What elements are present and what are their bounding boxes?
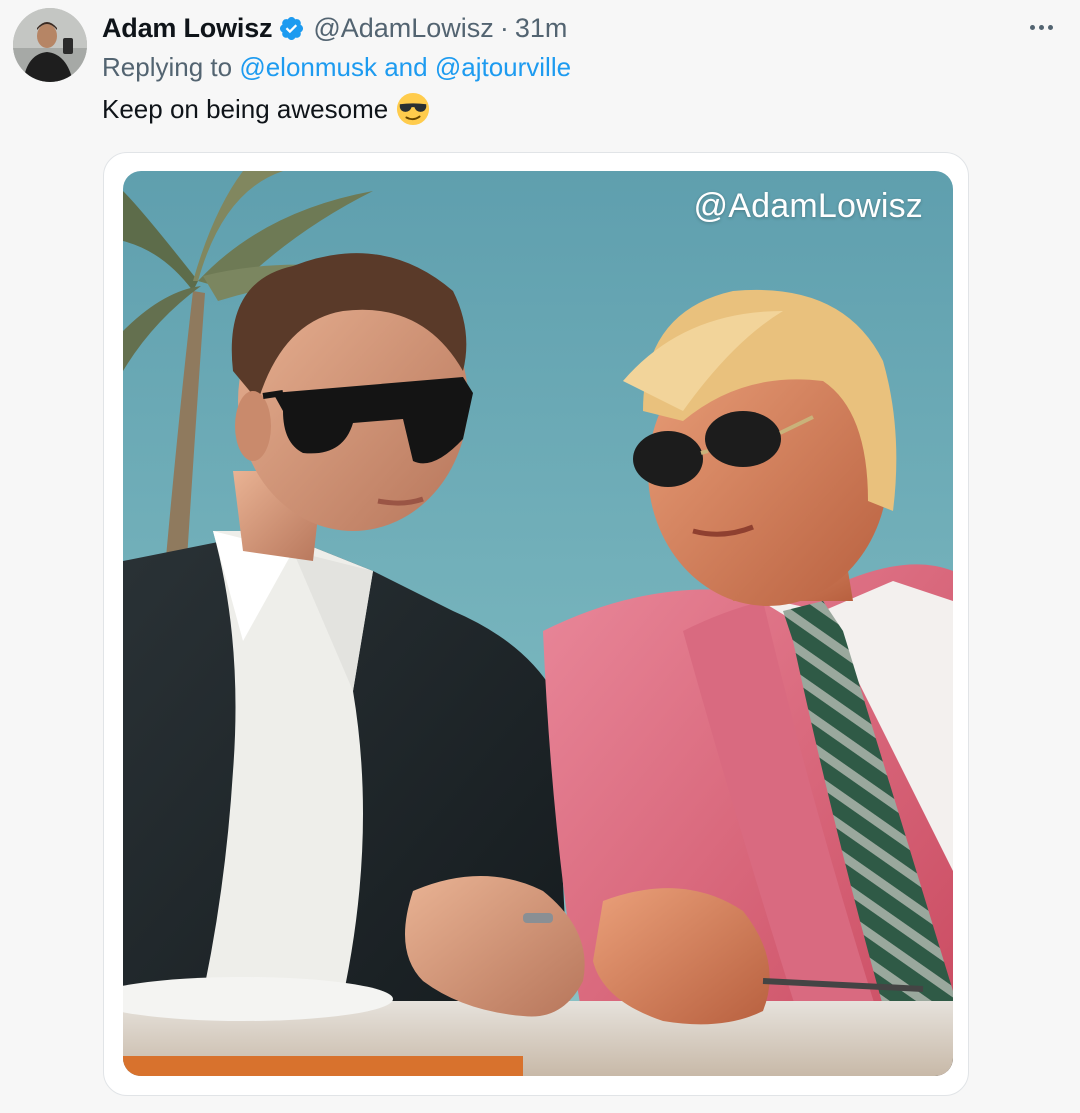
timestamp[interactable]: 31m [515,13,568,44]
mention-ajtourville[interactable]: @ajtourville [435,52,571,82]
media-card[interactable]: @AdamLowisz [103,152,969,1096]
tweet-text-content: Keep on being awesome [102,93,389,124]
verified-badge-icon [278,15,305,42]
avatar[interactable] [13,8,87,82]
mention-elonmusk[interactable]: @elonmusk [239,52,377,82]
attached-photo[interactable]: @AdamLowisz [123,171,953,1076]
sunglasses-face-emoji-icon [396,92,430,126]
tweet: Adam Lowisz @AdamLowisz · 31m Replying t… [0,0,1080,1113]
more-options-icon[interactable] [1024,12,1058,42]
replying-to: Replying to @elonmusk and @ajtourville [102,52,571,83]
author-handle[interactable]: @AdamLowisz [313,13,493,44]
photo-watermark: @AdamLowisz [693,187,923,225]
author-name[interactable]: Adam Lowisz [102,13,273,44]
reply-conjunction[interactable]: and [384,52,427,82]
reply-prefix: Replying to [102,52,233,82]
separator-dot: · [499,12,509,43]
tweet-header: Adam Lowisz @AdamLowisz · 31m [102,8,567,48]
tweet-text: Keep on being awesome [102,92,430,126]
